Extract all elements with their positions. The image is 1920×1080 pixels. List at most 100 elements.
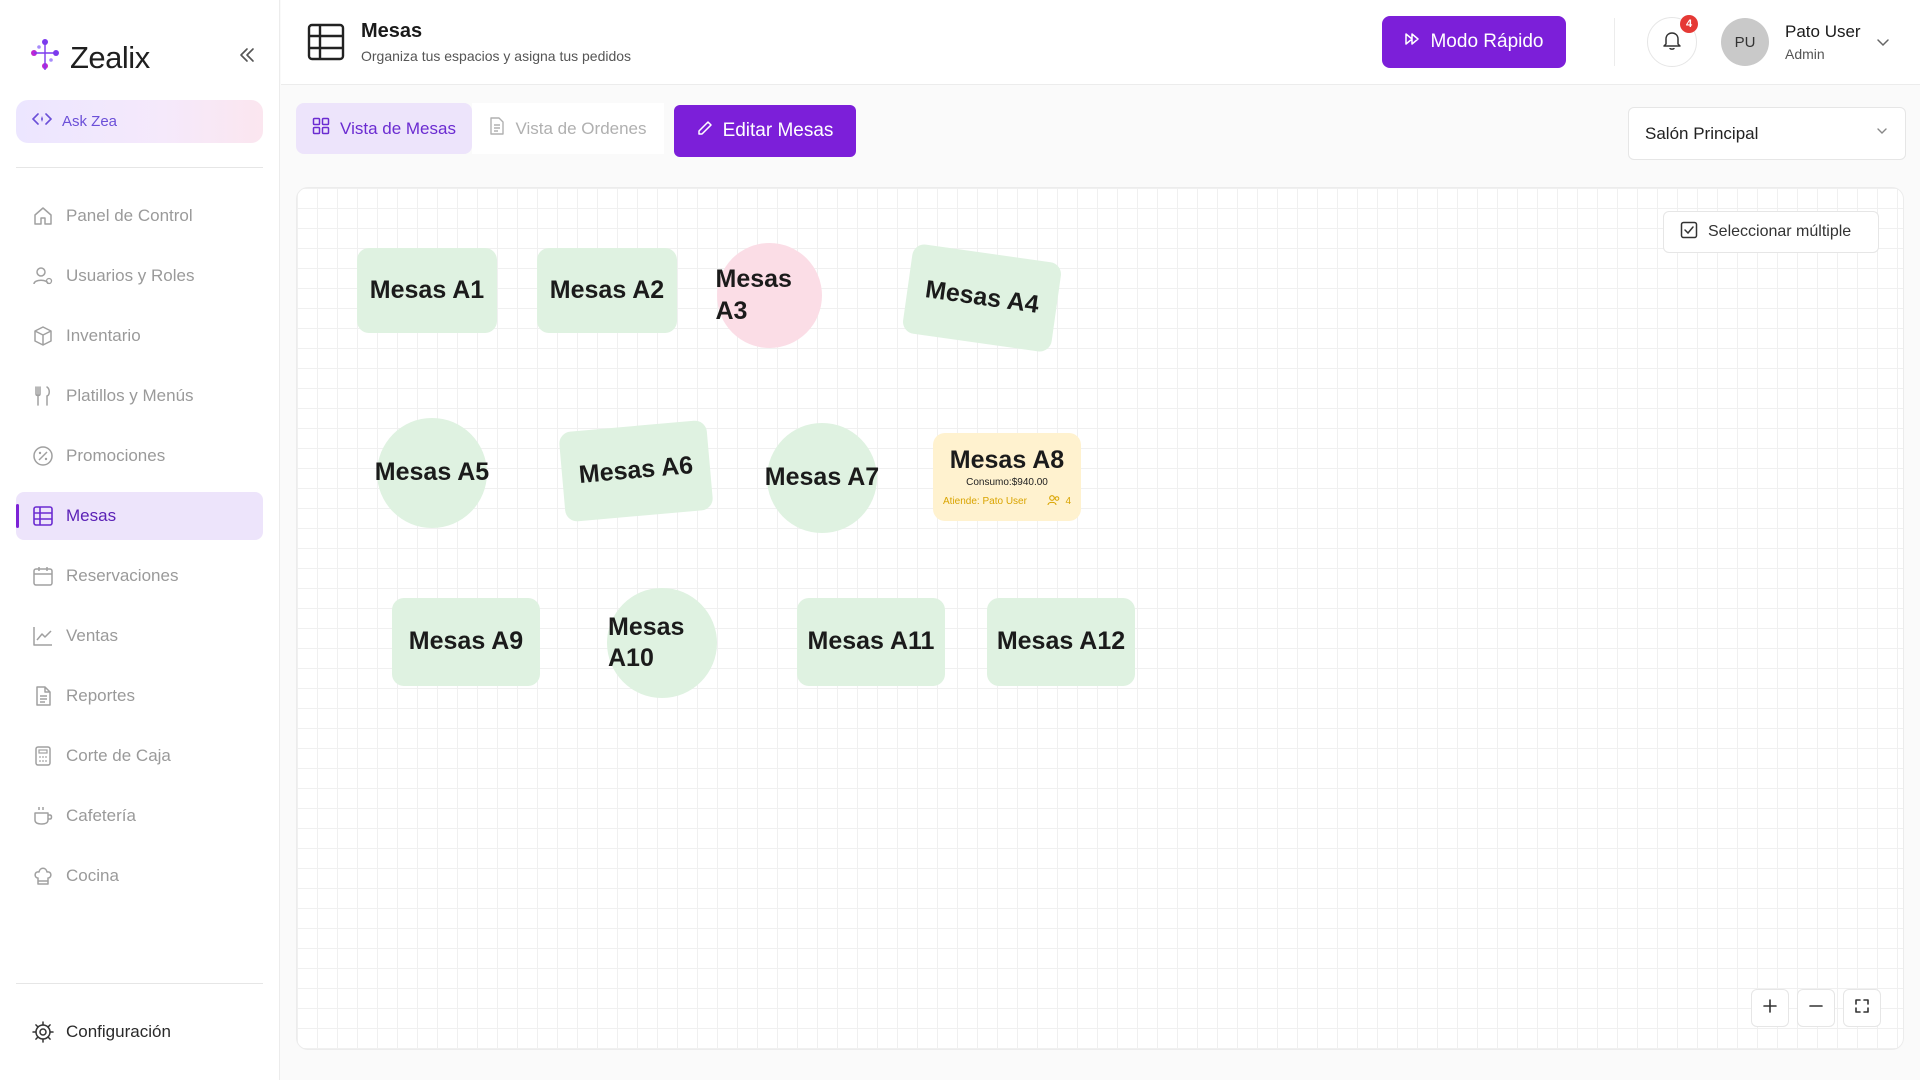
sidebar-item-reservaciones[interactable]: Reservaciones (16, 552, 263, 600)
sidebar-item-inventario[interactable]: Inventario (16, 312, 263, 360)
table-name: Mesas A5 (374, 458, 490, 487)
chart-line-icon (32, 625, 54, 647)
table-grid-icon (307, 23, 345, 66)
sidebar-item-usuarios-y-roles[interactable]: Usuarios y Roles (16, 252, 263, 300)
collapse-sidebar-button[interactable] (234, 42, 260, 68)
gear-icon (32, 1021, 54, 1043)
table-name: Mesas A1 (369, 275, 485, 304)
room-select-value: Salón Principal (1645, 123, 1759, 143)
table-a10[interactable]: Mesas A10 (607, 588, 717, 698)
sidebar-item-panel-de-control[interactable]: Panel de Control (16, 192, 263, 240)
table-a5[interactable]: Mesas A5 (374, 418, 490, 528)
sidebar-item-mesas[interactable]: Mesas (16, 492, 263, 540)
sidebar-item-label: Corte de Caja (66, 746, 171, 765)
sidebar-item-label: Promociones (66, 446, 166, 465)
user-role: Admin (1785, 46, 1825, 62)
table-a9[interactable]: Mesas A9 (392, 598, 540, 686)
sidebar-item-label: Configuración (66, 1022, 171, 1041)
quick-mode-label: Modo Rápido (1430, 31, 1544, 52)
tab-vista-de-mesas[interactable]: Vista de Mesas (296, 103, 472, 154)
chevron-down-icon (1875, 124, 1889, 143)
sidebar-item-promociones[interactable]: Promociones (16, 432, 263, 480)
users-icon (1047, 494, 1061, 509)
minus-icon (1808, 998, 1824, 1019)
sidebar-item-cocina[interactable]: Cocina (16, 852, 263, 900)
file-icon (32, 685, 54, 707)
table-a3[interactable]: Mesas A3 (715, 243, 822, 348)
user-name: Pato User (1785, 22, 1861, 41)
room-select[interactable]: Salón Principal (1628, 107, 1906, 160)
multi-select-button[interactable]: Seleccionar múltiple (1663, 211, 1879, 253)
multi-select-label: Seleccionar múltiple (1708, 223, 1852, 240)
calculator-icon (32, 745, 54, 767)
sidebar-item-label: Reportes (66, 686, 135, 705)
sidebar-item-platillos-y-menus[interactable]: Platillos y Menús (16, 372, 263, 420)
pencil-icon (697, 120, 713, 142)
top-header: Mesas Organiza tus espacios y asigna tus… (281, 0, 1920, 85)
zoom-in-button[interactable] (1751, 989, 1789, 1027)
table-a8[interactable]: Mesas A8 Consumo:$940.00 Atiende: Pato U… (933, 433, 1081, 521)
sidebar-item-corte-de-caja[interactable]: Corte de Caja (16, 732, 263, 780)
table-a1[interactable]: Mesas A1 (357, 248, 497, 333)
tab-label: Vista de Mesas (340, 118, 456, 138)
table-name: Mesas A2 (549, 275, 665, 304)
table-name: Mesas A8 (949, 445, 1065, 474)
table-a12[interactable]: Mesas A12 (987, 598, 1135, 686)
brand-logo[interactable]: Zealix (26, 36, 150, 79)
utensils-icon (32, 385, 54, 407)
sidebar-item-reportes[interactable]: Reportes (16, 672, 263, 720)
package-icon (32, 325, 54, 347)
table-name: Mesas A11 (807, 627, 935, 656)
floor-plan-canvas[interactable]: Seleccionar múltiple Mesas A1 Mesas A2 M… (296, 187, 1904, 1050)
table-a11[interactable]: Mesas A11 (797, 598, 945, 686)
chevrons-left-icon (240, 48, 254, 62)
table-a4[interactable]: Mesas A4 (901, 242, 1063, 354)
sidebar-item-label: Cafetería (66, 806, 136, 825)
brand-name: Zealix (70, 39, 150, 75)
home-icon (32, 205, 54, 227)
discount-icon (32, 445, 54, 467)
sidebar-item-label: Mesas (66, 506, 117, 525)
users-icon (32, 265, 54, 287)
quick-mode-button[interactable]: Modo Rápido (1382, 16, 1566, 68)
coffee-icon (32, 805, 54, 827)
page-subtitle: Organiza tus espacios y asigna tus pedid… (361, 48, 632, 64)
calendar-icon (32, 565, 54, 587)
table-a7[interactable]: Mesas A7 (764, 423, 880, 533)
document-icon (489, 117, 505, 140)
grid-icon (312, 117, 330, 140)
sidebar-item-configuracion[interactable]: Configuración (16, 1010, 263, 1054)
chevron-down-icon[interactable] (1875, 34, 1891, 55)
table-a6[interactable]: Mesas A6 (558, 419, 714, 523)
tab-vista-de-ordenes[interactable]: Vista de Ordenes (472, 103, 664, 154)
sidebar-item-ventas[interactable]: Ventas (16, 612, 263, 660)
table-name: Mesas A7 (764, 463, 880, 492)
avatar[interactable]: PU (1721, 18, 1769, 66)
table-meta: Atiende: Pato User 4 (943, 494, 1071, 509)
table-name: Mesas A10 (608, 612, 685, 672)
sidebar-item-label: Usuarios y Roles (66, 266, 195, 285)
table-name: Mesas A3 (715, 265, 792, 325)
sidebar-item-label: Cocina (66, 866, 119, 885)
edit-tables-label: Editar Mesas (722, 120, 834, 141)
sidebar-item-label: Inventario (66, 326, 141, 345)
sparkle-code-icon (31, 111, 53, 132)
table-name: Mesas A12 (996, 627, 1126, 656)
header-divider (1614, 18, 1615, 66)
zealix-logo-icon (26, 36, 64, 79)
edit-tables-button[interactable]: Editar Mesas (674, 105, 856, 157)
fullscreen-button[interactable] (1843, 989, 1881, 1027)
table-name: Mesas A4 (923, 275, 1041, 320)
sidebar-item-cafeteria[interactable]: Cafetería (16, 792, 263, 840)
table-guests: 4 (1047, 494, 1071, 509)
notification-badge: 4 (1680, 15, 1698, 33)
sidebar-item-label: Reservaciones (66, 566, 179, 585)
table-a2[interactable]: Mesas A2 (537, 248, 677, 333)
zoom-out-button[interactable] (1797, 989, 1835, 1027)
table-name: Mesas A6 (577, 451, 695, 490)
table-consumption: Consumo:$940.00 (966, 476, 1048, 488)
bell-icon (1661, 29, 1683, 56)
sidebar-item-label: Platillos y Menús (66, 386, 194, 405)
ask-zea-button[interactable]: Ask Zea (16, 100, 263, 143)
table-grid-icon (32, 505, 54, 527)
